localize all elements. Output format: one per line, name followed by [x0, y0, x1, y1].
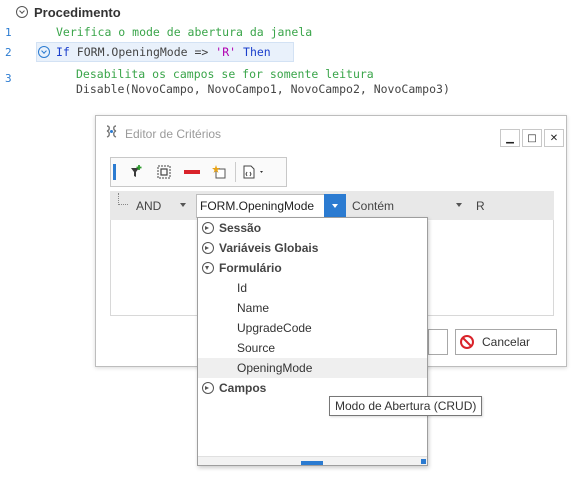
- expand-icon[interactable]: [202, 382, 214, 394]
- criteria-row[interactable]: AND FORM.OpeningMode Contém R: [110, 191, 554, 220]
- chevron-down-icon: [180, 203, 186, 207]
- remove-button[interactable]: [178, 161, 206, 183]
- tree-item-upgradecode[interactable]: UpgradeCode: [198, 318, 427, 338]
- cancel-button-label: Cancelar: [482, 335, 531, 349]
- cancel-button[interactable]: Cancelar: [455, 329, 557, 355]
- field-tooltip: Modo de Abertura (CRUD): [329, 396, 483, 416]
- logic-operator-value: AND: [136, 198, 162, 213]
- criteria-toolbar: [110, 157, 287, 187]
- close-button[interactable]: ✕: [544, 129, 564, 147]
- line-number-1: 1: [5, 26, 12, 39]
- tree-connector: [118, 193, 128, 205]
- line-number-2: 2: [5, 46, 12, 59]
- resize-corner[interactable]: [421, 459, 426, 464]
- field-select[interactable]: FORM.OpeningMode: [196, 194, 346, 218]
- add-filter-button[interactable]: [122, 161, 150, 183]
- ok-button[interactable]: [428, 329, 448, 355]
- tree-group-label: Sessão: [219, 221, 262, 235]
- toolbar-separator: [235, 162, 236, 182]
- tree-group-formulario[interactable]: Formulário: [198, 258, 427, 278]
- tree-group-campos[interactable]: Campos: [198, 378, 427, 398]
- criteria-value-cell[interactable]: R: [472, 194, 552, 217]
- logic-operator-cell[interactable]: AND: [132, 194, 192, 217]
- dialog-titlebar: Editor de Critérios: [104, 124, 221, 143]
- tree-group-variaveis-globais[interactable]: Variáveis Globais: [198, 238, 427, 258]
- field-dropdown-button[interactable]: [324, 194, 346, 218]
- dialog-title: Editor de Critérios: [125, 126, 222, 141]
- tree-item-id[interactable]: Id: [198, 278, 427, 298]
- procedure-title: Procedimento: [34, 4, 121, 20]
- if-expression: FORM.OpeningMode =>: [76, 45, 209, 59]
- toolbar-accent: [113, 164, 116, 180]
- criteria-value: R: [476, 198, 485, 213]
- tree-item-name[interactable]: Name: [198, 298, 427, 318]
- field-dropdown-list: Sessão Variáveis Globais Formulário Id N…: [197, 217, 428, 466]
- group-icon: [157, 165, 171, 179]
- expand-icon[interactable]: [202, 222, 214, 234]
- maximize-button[interactable]: □: [522, 129, 542, 147]
- tree-group-sessao[interactable]: Sessão: [198, 218, 427, 238]
- tree-item-source[interactable]: Source: [198, 338, 427, 358]
- if-string-literal: 'R': [215, 45, 237, 59]
- expand-icon[interactable]: [202, 242, 214, 254]
- comparison-operator-cell[interactable]: Contém: [348, 194, 468, 217]
- tree-group-label: Formulário: [219, 261, 282, 275]
- chevron-down-icon: [456, 203, 462, 207]
- procedure-header: Procedimento: [16, 4, 121, 20]
- code-disable-call: Disable(NovoCampo, NovoCampo1, NovoCampo…: [76, 82, 450, 96]
- field-select-value: FORM.OpeningMode: [200, 199, 315, 213]
- minimize-button[interactable]: ▁: [500, 129, 520, 147]
- editor-icon: [104, 124, 120, 143]
- script-icon: [243, 165, 263, 179]
- group-button[interactable]: [150, 161, 178, 183]
- keyword-then: Then: [243, 45, 271, 59]
- collapse-icon[interactable]: [16, 6, 28, 18]
- remove-icon: [184, 170, 200, 174]
- tree-group-label: Variáveis Globais: [219, 241, 319, 255]
- keyword-if: If: [56, 45, 70, 59]
- script-menu-button[interactable]: [237, 161, 273, 183]
- resize-grip[interactable]: [301, 461, 323, 465]
- line-number-3: 3: [5, 72, 12, 85]
- add-filter-icon: [131, 165, 142, 177]
- code-if-statement[interactable]: If FORM.OpeningMode => 'R' Then: [56, 44, 271, 60]
- tree-item-openingmode[interactable]: OpeningMode: [198, 358, 427, 378]
- code-comment-line-1: Verifica o mode de abertura da janela: [56, 25, 313, 39]
- comparison-operator-value: Contém: [352, 198, 395, 213]
- new-item-button[interactable]: [206, 161, 234, 183]
- new-item-icon: [212, 165, 226, 179]
- collapse-icon[interactable]: [202, 262, 214, 274]
- code-comment-line-3: Desabilita os campos se for somente leit…: [76, 67, 374, 81]
- tree-group-label: Campos: [219, 381, 267, 395]
- cancel-icon: [460, 335, 474, 349]
- step-icon[interactable]: [38, 46, 50, 58]
- dropdown-resize-bar[interactable]: [198, 456, 427, 465]
